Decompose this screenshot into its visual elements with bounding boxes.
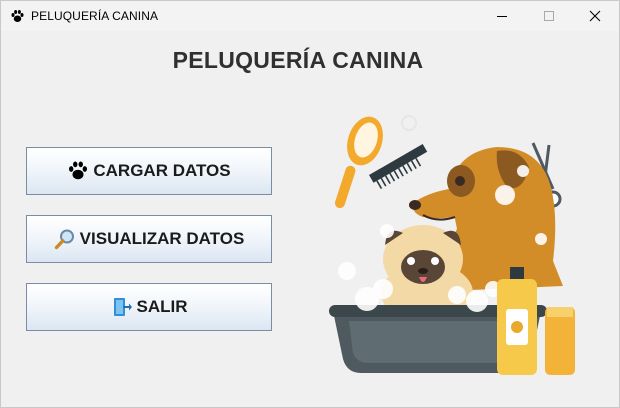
- close-button[interactable]: [573, 1, 619, 31]
- brush-icon: [334, 116, 383, 209]
- close-icon: [589, 10, 601, 22]
- paw-icon: [69, 161, 88, 180]
- paw-icon: [11, 10, 24, 22]
- minimize-button[interactable]: [480, 1, 526, 31]
- visualizar-datos-button[interactable]: VISUALIZAR DATOS: [26, 215, 272, 263]
- window-title: PELUQUERÍA CANINA: [31, 9, 159, 23]
- magnifier-icon: [54, 229, 74, 250]
- shampoo-bottle-icon: [497, 267, 575, 375]
- maximize-icon: [544, 11, 554, 21]
- cargar-datos-button[interactable]: CARGAR DATOS: [26, 147, 272, 195]
- dog-grooming-illustration: [329, 115, 575, 375]
- minimize-icon: [497, 16, 507, 17]
- page-title: PELUQUERÍA CANINA: [172, 47, 424, 73]
- exit-door-icon: [113, 298, 132, 316]
- cargar-datos-label: CARGAR DATOS: [93, 161, 231, 180]
- visualizar-datos-label: VISUALIZAR DATOS: [79, 229, 245, 248]
- salir-button[interactable]: SALIR: [26, 283, 272, 331]
- salir-label: SALIR: [136, 297, 188, 316]
- app-window: PELUQUERÍA CANINA PELUQUERÍA CANINA CARG…: [0, 0, 620, 408]
- title-bar[interactable]: PELUQUERÍA CANINA: [1, 1, 619, 31]
- maximize-button[interactable]: [527, 1, 573, 31]
